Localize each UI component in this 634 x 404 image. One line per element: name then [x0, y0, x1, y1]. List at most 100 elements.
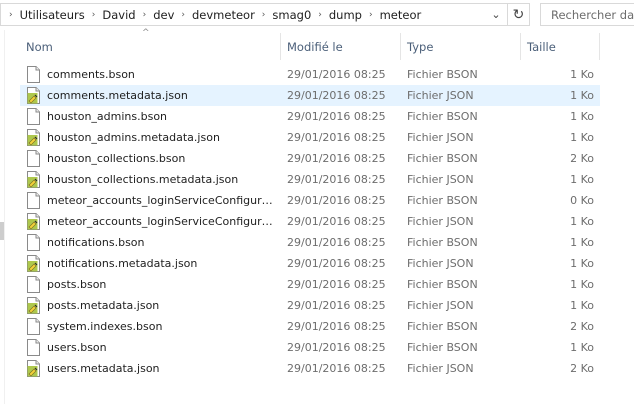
bson-file-icon — [26, 276, 41, 293]
file-name-cell[interactable]: notifications.metadata.json — [20, 255, 281, 272]
file-name: houston_admins.bson — [47, 110, 168, 123]
search-placeholder: Rechercher dan — [551, 7, 634, 22]
file-name-cell[interactable]: notifications.bson — [20, 234, 281, 251]
json-file-icon — [26, 213, 41, 230]
breadcrumb-chevron-icon[interactable]: › — [363, 10, 379, 20]
bson-file-icon — [26, 318, 41, 335]
file-row[interactable]: houston_admins.metadata.json 29/01/2016 0… — [20, 127, 600, 148]
breadcrumb-chevron-icon[interactable]: › — [175, 10, 191, 20]
file-name-cell[interactable]: system.indexes.bson — [20, 318, 281, 335]
breadcrumb-item[interactable]: smag0 — [271, 8, 312, 22]
file-row[interactable]: houston_collections.bson 29/01/2016 08:25… — [20, 148, 600, 169]
file-name-cell[interactable]: houston_collections.metadata.json — [20, 171, 281, 188]
file-name-cell[interactable]: users.metadata.json — [20, 360, 281, 377]
column-header-size[interactable]: Taille — [521, 33, 600, 60]
file-row[interactable]: system.indexes.bson 29/01/2016 08:25 Fichi… — [20, 316, 600, 337]
file-date: 29/01/2016 08:25 — [287, 278, 386, 291]
column-header-date[interactable]: Modifié le — [281, 33, 401, 60]
file-type: Fichier JSON — [407, 299, 474, 312]
file-date: 29/01/2016 08:25 — [287, 131, 386, 144]
file-size: 1 Ko — [570, 299, 594, 312]
file-name-cell[interactable]: comments.metadata.json — [20, 87, 281, 104]
refresh-button[interactable]: ↻ — [507, 4, 529, 25]
breadcrumb-item[interactable]: David — [101, 8, 136, 22]
file-type: Fichier JSON — [407, 173, 474, 186]
search-input[interactable]: Rechercher dan — [540, 3, 634, 26]
file-name-cell[interactable]: posts.bson — [20, 276, 281, 293]
file-type: Fichier BSON — [407, 341, 478, 354]
file-size: 1 Ko — [570, 173, 594, 186]
file-name: notifications.metadata.json — [47, 257, 198, 270]
file-name: users.metadata.json — [47, 362, 160, 375]
bson-file-icon — [26, 192, 41, 209]
file-row[interactable]: notifications.bson 29/01/2016 08:25 Fichie… — [20, 232, 600, 253]
file-row[interactable]: comments.bson 29/01/2016 08:25 Fichier BSO… — [20, 64, 600, 85]
file-name-cell[interactable]: posts.metadata.json — [20, 297, 281, 314]
file-row[interactable]: posts.metadata.json 29/01/2016 08:25 Fichi… — [20, 295, 600, 316]
file-name-cell[interactable]: houston_admins.metadata.json — [20, 129, 281, 146]
column-header-type[interactable]: Type — [401, 33, 521, 60]
file-size: 1 Ko — [570, 341, 594, 354]
file-name-cell[interactable]: houston_collections.bson — [20, 150, 281, 167]
file-type: Fichier JSON — [407, 131, 474, 144]
file-type: Fichier BSON — [407, 278, 478, 291]
bson-file-icon — [26, 66, 41, 83]
json-file-icon — [26, 129, 41, 146]
file-size: 1 Ko — [570, 257, 594, 270]
file-date: 29/01/2016 08:25 — [287, 257, 386, 270]
file-size: 2 Ko — [570, 320, 594, 333]
file-row[interactable]: houston_admins.bson 29/01/2016 08:25 Fichi… — [20, 106, 600, 127]
breadcrumb-item[interactable]: devmeteor — [191, 8, 256, 22]
column-header-name[interactable]: ^ Nom — [20, 28, 281, 60]
file-row[interactable]: comments.metadata.json 29/01/2016 08:25 Fi… — [20, 85, 600, 106]
file-name-cell[interactable]: meteor_accounts_loginServiceConfigurat..… — [20, 213, 281, 230]
file-size: 1 Ko — [570, 215, 594, 228]
file-row[interactable]: meteor_accounts_loginServiceConfigurat..… — [20, 211, 600, 232]
json-file-icon — [26, 255, 41, 272]
file-row[interactable]: houston_collections.metadata.json 29/01/2… — [20, 169, 600, 190]
bson-file-icon — [26, 234, 41, 251]
json-file-icon — [26, 297, 41, 314]
file-type: Fichier JSON — [407, 215, 474, 228]
file-size: 1 Ko — [570, 68, 594, 81]
file-name: houston_collections.bson — [47, 152, 186, 165]
file-name-cell[interactable]: comments.bson — [20, 66, 281, 83]
file-date: 29/01/2016 08:25 — [287, 362, 386, 375]
file-name: comments.metadata.json — [47, 89, 188, 102]
file-row[interactable]: users.metadata.json 29/01/2016 08:25 Fichi… — [20, 358, 600, 379]
file-name: users.bson — [47, 341, 107, 354]
breadcrumb-item[interactable]: Utilisateurs — [19, 8, 86, 22]
nav-scrollbar-thumb[interactable] — [0, 222, 4, 240]
file-row[interactable]: users.bson 29/01/2016 08:25 Fichier BSON 1 … — [20, 337, 600, 358]
file-list: comments.bson 29/01/2016 08:25 Fichier BSO… — [20, 64, 600, 379]
breadcrumb-chevron-icon[interactable]: › — [137, 10, 153, 20]
file-row[interactable]: meteor_accounts_loginServiceConfigurat..… — [20, 190, 600, 211]
breadcrumb-chevron-icon[interactable]: › — [312, 10, 328, 20]
file-date: 29/01/2016 08:25 — [287, 152, 386, 165]
navigation-pane[interactable] — [0, 30, 5, 404]
breadcrumb-chevron-icon[interactable]: › — [256, 10, 272, 20]
address-bar[interactable]: › Utilisateurs › David › dev › devmeteor › smag0 ›… — [0, 3, 530, 26]
file-row[interactable]: notifications.metadata.json 29/01/2016 08… — [20, 253, 600, 274]
breadcrumb-item[interactable]: meteor — [379, 8, 423, 22]
file-type: Fichier JSON — [407, 257, 474, 270]
file-date: 29/01/2016 08:25 — [287, 236, 386, 249]
breadcrumb-chevron-icon[interactable]: › — [3, 10, 19, 20]
json-file-icon — [26, 87, 41, 104]
address-dropdown-button[interactable]: ⌄ — [485, 4, 507, 25]
file-name: meteor_accounts_loginServiceConfigurat..… — [47, 194, 277, 207]
breadcrumb-item[interactable]: dump — [328, 8, 363, 22]
file-size: 1 Ko — [570, 110, 594, 123]
file-date: 29/01/2016 08:25 — [287, 89, 386, 102]
file-type: Fichier BSON — [407, 320, 478, 333]
breadcrumb-chevron-icon[interactable]: › — [86, 10, 102, 20]
file-type: Fichier JSON — [407, 89, 474, 102]
column-header-name-label: Nom — [26, 39, 53, 54]
file-name-cell[interactable]: users.bson — [20, 339, 281, 356]
file-date: 29/01/2016 08:25 — [287, 320, 386, 333]
breadcrumb-item[interactable]: dev — [152, 8, 175, 22]
file-name-cell[interactable]: houston_admins.bson — [20, 108, 281, 125]
file-row[interactable]: posts.bson 29/01/2016 08:25 Fichier BSON 1 … — [20, 274, 600, 295]
file-date: 29/01/2016 08:25 — [287, 341, 386, 354]
file-name-cell[interactable]: meteor_accounts_loginServiceConfigurat..… — [20, 192, 281, 209]
